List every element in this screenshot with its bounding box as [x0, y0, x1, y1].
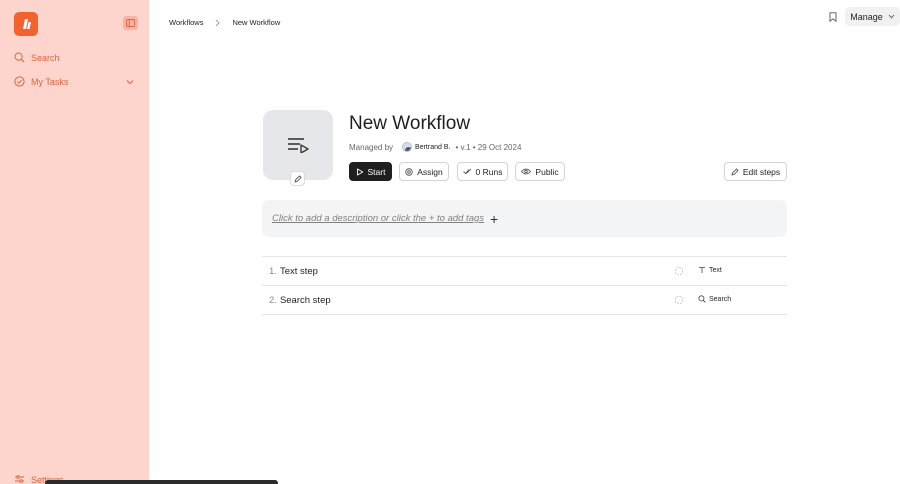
- breadcrumb-workflows-link[interactable]: Workflows: [169, 18, 203, 27]
- step-label: Search step: [279, 294, 331, 306]
- manage-label: Manage: [850, 11, 883, 22]
- step-type: Search: [698, 295, 731, 303]
- step-type-label: Search: [709, 295, 732, 303]
- runs-label: 0 Runs: [475, 166, 503, 177]
- double-check-icon: [462, 168, 471, 175]
- eye-icon: [521, 168, 532, 175]
- description-placeholder[interactable]: Click to add a description or click the …: [272, 213, 484, 224]
- sliders-icon: [15, 475, 24, 483]
- description-box[interactable]: Click to add a description or click the …: [262, 200, 787, 237]
- avatar: [402, 142, 413, 152]
- text-type-icon: [699, 267, 705, 273]
- chevron-right-icon: [216, 19, 221, 26]
- public-label: Public: [535, 166, 559, 177]
- assign-label: Assign: [417, 166, 443, 177]
- sidebar-item-search[interactable]: Search: [14, 52, 60, 63]
- bookmark-icon: [829, 12, 837, 22]
- assign-button[interactable]: Assign: [399, 162, 449, 181]
- sidebar-item-label: My Tasks: [31, 76, 69, 87]
- sidebar-toggle-button[interactable]: [123, 16, 138, 30]
- logo-icon: [23, 19, 31, 29]
- start-label: Start: [367, 166, 386, 177]
- search-icon: [698, 295, 706, 303]
- list-item[interactable]: 1. Text step Text: [262, 257, 787, 286]
- chevron-down-icon[interactable]: [126, 79, 134, 85]
- manager-name: Bertrand B.: [415, 143, 451, 151]
- at-sign-icon: [405, 167, 413, 176]
- add-tag-button[interactable]: +: [490, 212, 498, 226]
- step-type: Text: [698, 266, 722, 274]
- steps-list: 1. Text step Text 2. Search step Search: [262, 256, 787, 315]
- breadcrumb-current: New Workflow: [232, 18, 281, 27]
- sidebar-item-label: Search: [31, 52, 60, 63]
- edit-icon-button[interactable]: [290, 171, 305, 186]
- sidebar-toggle-icon: [126, 19, 135, 27]
- edit-steps-label: Edit steps: [742, 166, 781, 177]
- workflow-meta: Managed by Bertrand B. • v.1 • 29 Oct 20…: [349, 142, 521, 152]
- public-button[interactable]: Public: [515, 162, 565, 181]
- pencil-icon: [731, 167, 739, 176]
- search-icon: [14, 52, 25, 63]
- list-item[interactable]: 2. Search step Search: [262, 286, 787, 315]
- version-date: • v.1 • 29 Oct 2024: [455, 142, 522, 152]
- step-label: Text step: [279, 265, 318, 277]
- bookmark-button[interactable]: [827, 11, 839, 23]
- managed-by-label: Managed by: [349, 142, 394, 152]
- chevron-down-icon: [888, 14, 895, 19]
- start-button[interactable]: Start: [349, 162, 392, 181]
- manage-button[interactable]: Manage: [845, 7, 900, 26]
- step-type-label: Text: [709, 266, 722, 274]
- playlist-play-icon: [288, 138, 309, 153]
- step-number: 1.: [269, 265, 277, 277]
- sidebar-item-my-tasks[interactable]: My Tasks: [14, 76, 134, 87]
- page-title: New Workflow: [349, 113, 471, 134]
- edit-steps-button[interactable]: Edit steps: [724, 162, 787, 181]
- loading-spinner-icon: [674, 266, 684, 276]
- check-circle-icon: [14, 76, 25, 87]
- logo[interactable]: [14, 12, 38, 36]
- workflow-icon-tile: [263, 110, 333, 180]
- step-number: 2.: [269, 294, 277, 306]
- play-icon: [356, 168, 363, 175]
- loading-spinner-icon: [674, 295, 684, 305]
- pencil-icon: [293, 174, 302, 183]
- manager-chip[interactable]: Bertrand B.: [402, 142, 450, 152]
- sidebar: Search My Tasks Settings: [0, 0, 149, 484]
- runs-button[interactable]: 0 Runs: [457, 162, 508, 181]
- bottom-scrollbar[interactable]: [45, 480, 278, 484]
- breadcrumb: Workflows New Workflow: [169, 18, 280, 27]
